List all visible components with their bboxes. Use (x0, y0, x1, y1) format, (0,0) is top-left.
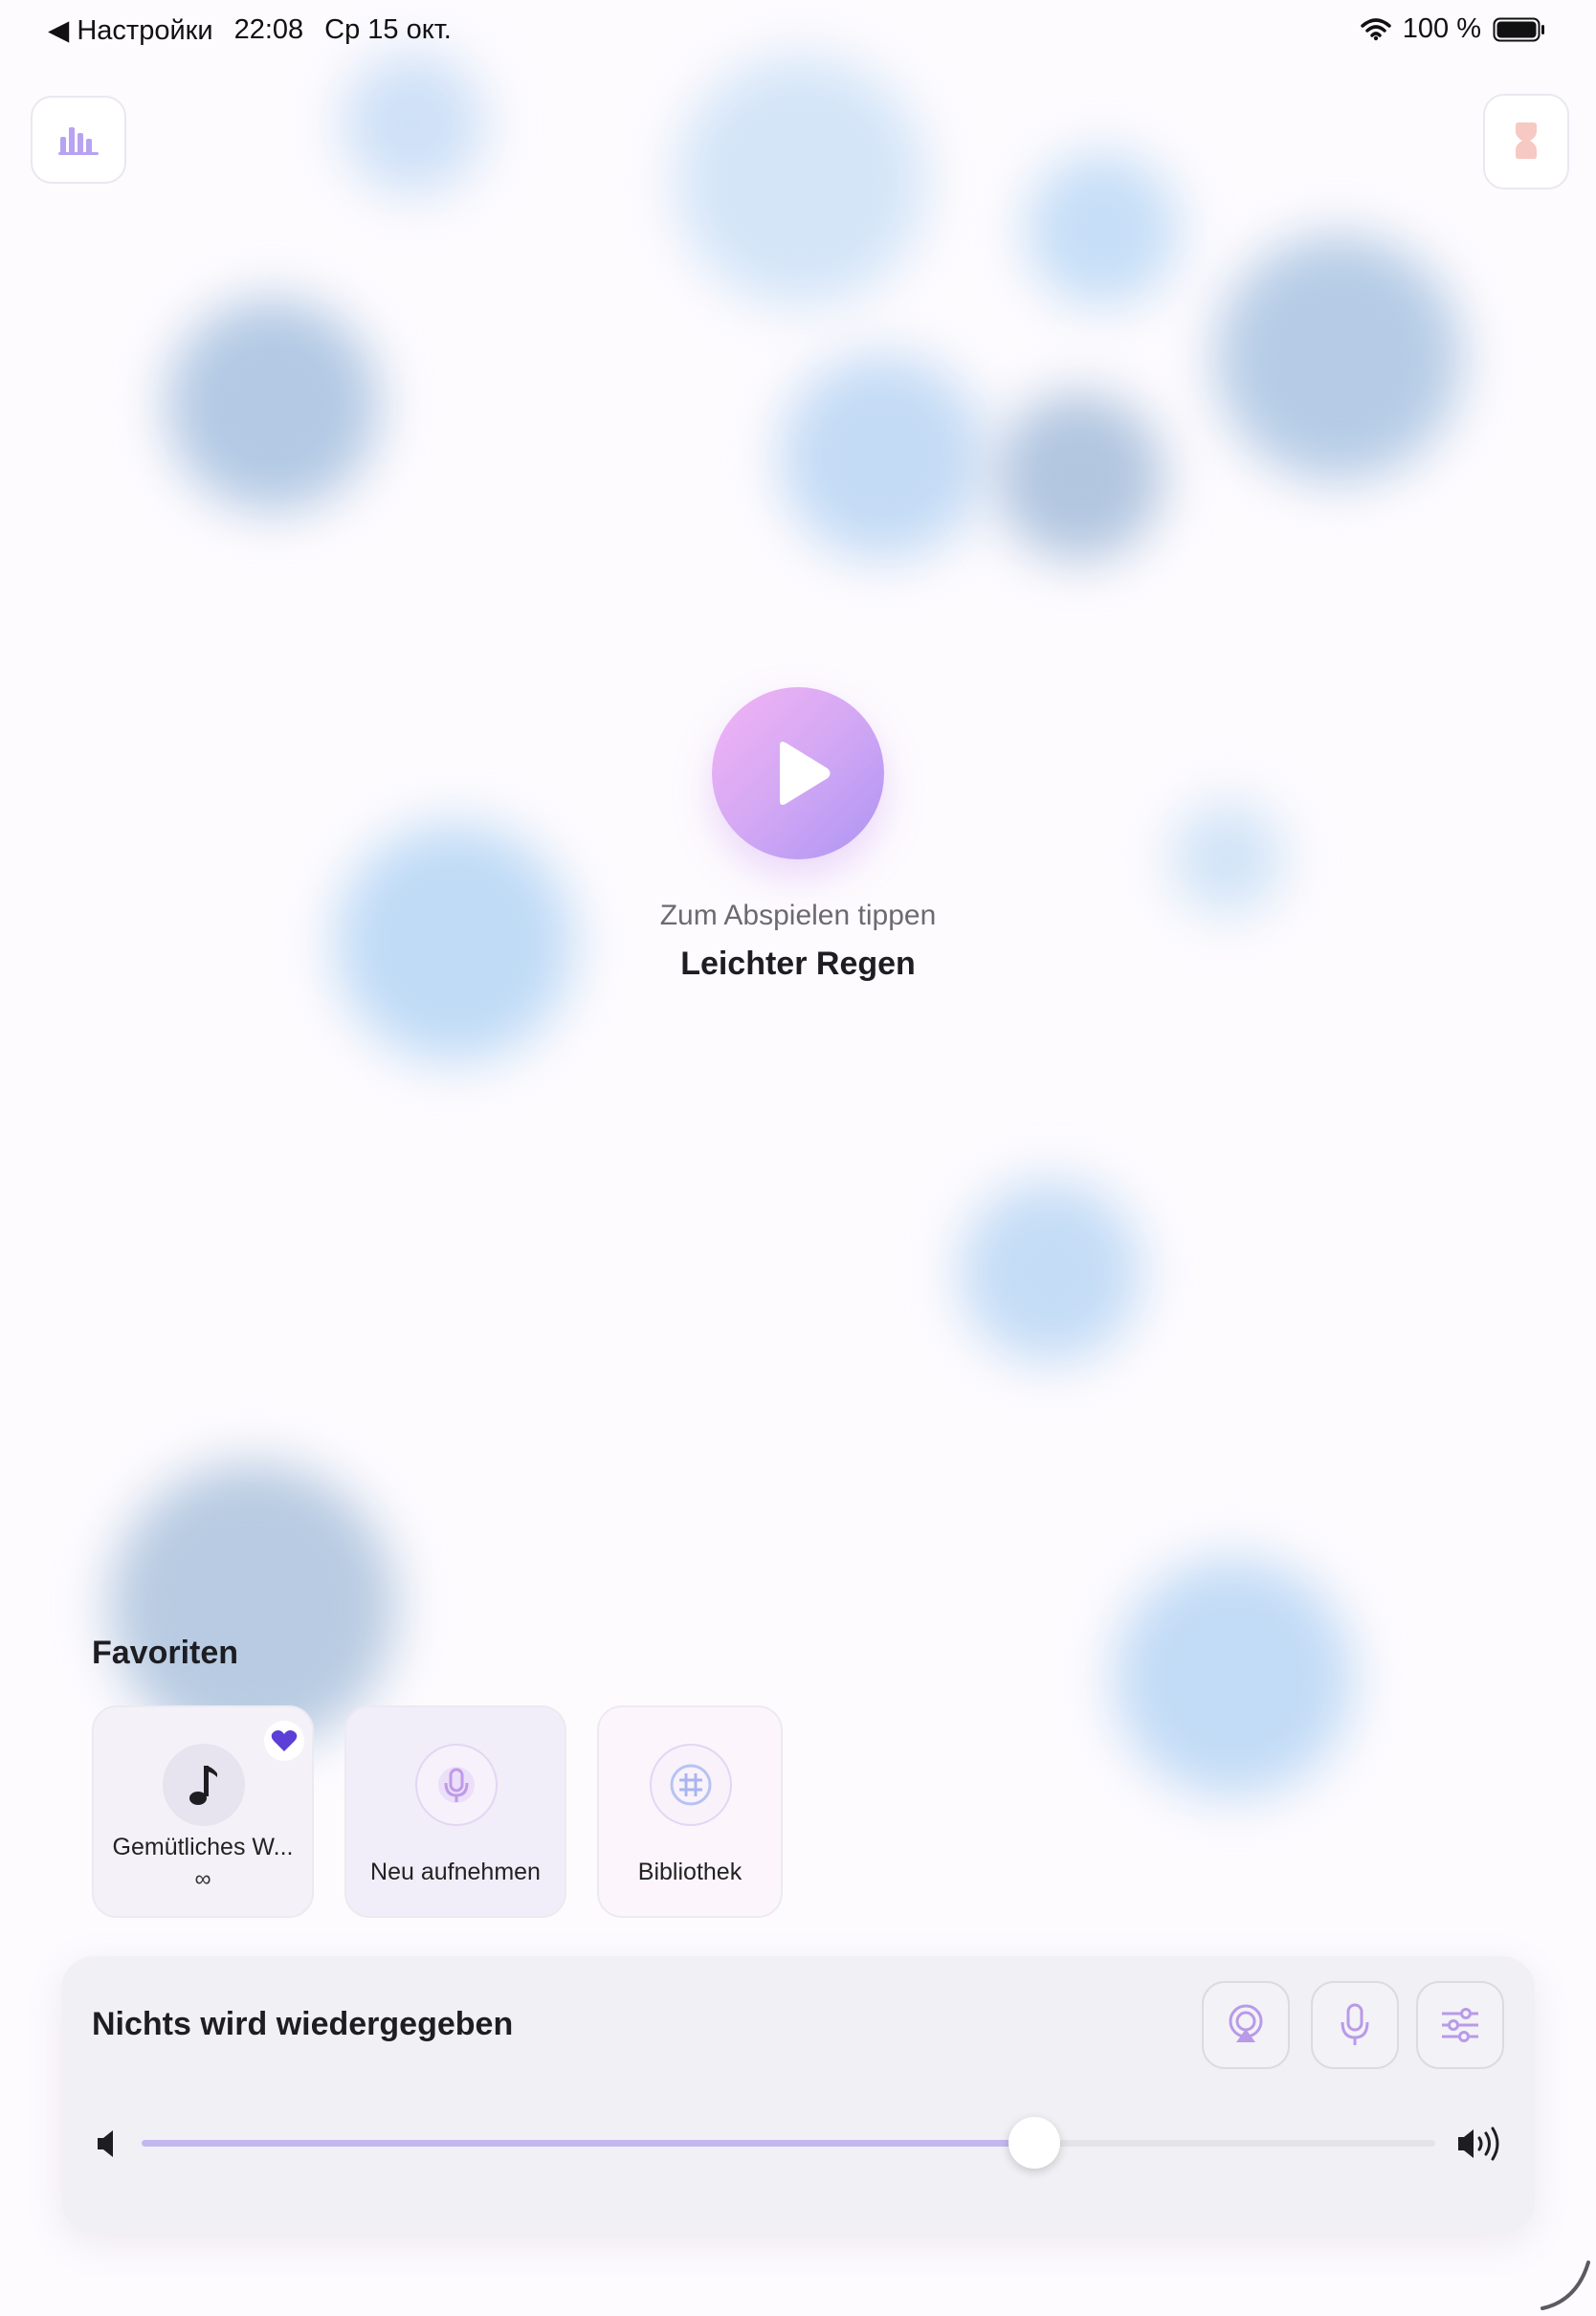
play-area: Zum Abspielen tippen Leichter Regen (0, 687, 1596, 983)
microphone-button[interactable] (1311, 1981, 1399, 2069)
now-playing-status: Nichts wird wiedergegeben (92, 2006, 514, 2042)
sound-title: Leichter Regen (680, 946, 916, 982)
status-bar: ◀ Настройки 22:08 Ср 15 окт. 100 % (0, 13, 1596, 52)
wifi-icon (1361, 17, 1391, 40)
grid-icon (650, 1744, 732, 1826)
background-bubble (995, 392, 1164, 561)
play-icon (780, 742, 831, 805)
favorite-badge (264, 1721, 304, 1761)
favorite-card-record[interactable]: Neu aufnehmen (344, 1705, 566, 1918)
favorite-card-cozy[interactable]: Gemütliches W... ∞ (92, 1705, 314, 1918)
timer-icon (1516, 122, 1537, 159)
background-bubble (1114, 1558, 1353, 1797)
background-bubble (342, 52, 485, 195)
volume-high-icon (1458, 2127, 1499, 2161)
microphone-icon (1341, 2003, 1369, 2045)
status-date: Ср 15 окт. (324, 14, 452, 45)
battery-icon (1493, 17, 1544, 41)
loop-indicator: ∞ (194, 1866, 211, 1892)
battery-percent: 100 % (1402, 13, 1481, 44)
sliders-icon (1442, 2008, 1478, 2042)
background-bubble (1026, 153, 1179, 306)
favorite-card-library[interactable]: Bibliothek (597, 1705, 783, 1918)
favorite-card-label: Gemütliches W... (112, 1834, 294, 1860)
bar-chart-icon (58, 127, 99, 155)
favorites-title: Favoriten (92, 1635, 239, 1671)
back-to-settings-link[interactable]: ◀ Настройки (48, 13, 213, 47)
airplay-icon (1229, 2004, 1263, 2042)
sound-settings-button[interactable] (1416, 1981, 1504, 2069)
volume-low-icon (98, 2130, 113, 2157)
airplay-button[interactable] (1202, 1981, 1290, 2069)
status-time: 22:08 (233, 14, 304, 45)
microphone-icon (415, 1744, 498, 1826)
volume-slider-fill (142, 2140, 1034, 2147)
background-bubble (1215, 234, 1462, 481)
play-button[interactable] (712, 687, 884, 859)
background-bubble (780, 354, 986, 560)
favorite-card-label: Neu aufnehmen (370, 1859, 541, 1885)
music-note-icon (163, 1744, 245, 1826)
background-bubble (960, 1181, 1142, 1363)
stats-button[interactable] (31, 96, 126, 184)
background-bubble (676, 56, 926, 306)
tap-to-play-hint: Zum Abspielen tippen (659, 900, 937, 931)
heart-icon (271, 1730, 298, 1751)
now-playing-panel: Nichts wird wiedergegeben (61, 1956, 1535, 2234)
volume-slider[interactable] (142, 2117, 1435, 2169)
corner-gesture-indicator (1541, 2260, 1590, 2310)
sleep-timer-button[interactable] (1483, 94, 1569, 189)
volume-slider-thumb[interactable] (1009, 2117, 1060, 2169)
favorite-card-label: Bibliothek (637, 1859, 743, 1885)
background-bubble (166, 299, 379, 511)
